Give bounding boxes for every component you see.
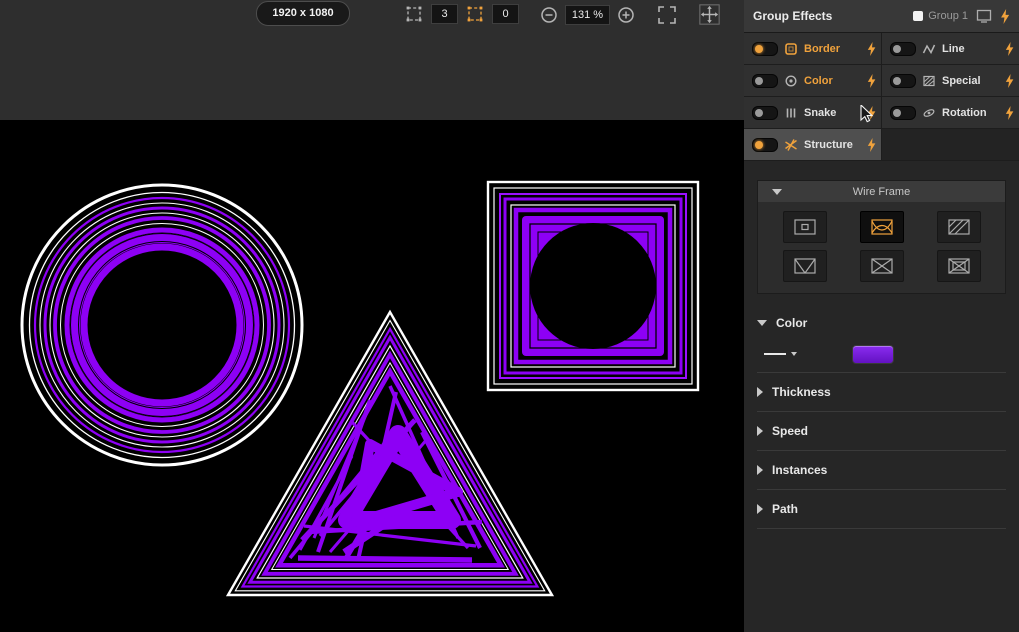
wireframe-style-6-button[interactable] [937,250,981,282]
effect-row-border[interactable]: Border [744,33,881,65]
section-label: Speed [772,424,808,438]
wire-frame-title: Wire Frame [853,186,910,198]
chevron-right-icon [757,426,763,436]
effects-grid-empty-cell [881,129,1019,161]
section-label: Color [776,316,807,330]
effect-label: Line [942,43,965,55]
effect-label: Rotation [942,107,987,119]
section-label: Instances [772,463,827,477]
section-color[interactable]: Color [744,310,1019,336]
resolution-button[interactable]: 1920 x 1080 [256,1,350,26]
bolt-icon[interactable] [867,42,876,56]
zoom-in-icon[interactable] [617,6,635,24]
color-toggle[interactable] [752,74,778,88]
effect-label: Structure [804,139,853,151]
wireframe-style-4-button[interactable] [783,250,827,282]
wireframe-style-5-button[interactable] [860,250,904,282]
line-style-preview [764,353,786,355]
group-label: Group 1 [928,10,968,22]
panel-title: Group Effects [753,9,832,23]
wireframe-style-3-button[interactable] [937,211,981,243]
chevron-down-icon [757,320,767,326]
divider [757,528,1006,529]
snake-icon [784,106,798,120]
chevron-right-icon [757,504,763,514]
special-icon [922,74,936,88]
effect-label: Color [804,75,833,87]
line-style-select[interactable] [764,352,797,356]
section-label: Thickness [772,385,831,399]
chevron-right-icon [757,387,763,397]
wireframe-style-1-button[interactable] [783,211,827,243]
bolt-icon[interactable] [1000,9,1010,24]
group-color-chip [913,11,923,21]
bolt-icon[interactable] [1005,106,1014,120]
snake-toggle[interactable] [752,106,778,120]
wire-frame-header[interactable]: Wire Frame [758,181,1005,202]
effect-row-rotation[interactable]: Rotation [881,97,1019,129]
selected-count-value: 3 [431,4,458,24]
special-toggle[interactable] [890,74,916,88]
chevron-down-icon [772,189,782,195]
border-icon [784,42,798,56]
group-effects-panel: Group Effects Group 1 Border [744,0,1019,632]
wire-frame-options [758,202,1005,293]
rotation-toggle[interactable] [890,106,916,120]
fit-view-icon[interactable] [657,5,677,25]
circle-shape [22,185,302,465]
section-speed[interactable]: Speed [744,412,1019,450]
wireframe-style-2-button[interactable] [860,211,904,243]
square-shape [488,182,698,390]
section-thickness[interactable]: Thickness [744,373,1019,411]
chevron-right-icon [757,465,763,475]
wire-frame-panel: Wire Frame [757,180,1006,294]
rotation-icon [922,106,936,120]
line-icon [922,42,936,56]
border-toggle[interactable] [752,42,778,56]
panel-header: Group Effects Group 1 [744,0,1019,33]
effect-row-line[interactable]: Line [881,33,1019,65]
structure-icon [784,138,798,152]
effects-grid: Border Line Color [744,33,1019,161]
pan-view-icon[interactable] [699,4,720,25]
bolt-icon[interactable] [1005,42,1014,56]
chevron-down-icon [791,352,797,356]
bolt-icon[interactable] [867,138,876,152]
toolbar: 1920 x 1080 3 0 131 % [0,0,744,120]
screen-icon[interactable] [976,8,992,24]
effect-row-special[interactable]: Special [881,65,1019,97]
effect-row-color[interactable]: Color [744,65,881,97]
structure-toggle[interactable] [752,138,778,152]
line-toggle[interactable] [890,42,916,56]
selection-counters: 3 0 [404,4,519,24]
bolt-icon[interactable] [867,74,876,88]
effect-label: Special [942,75,981,87]
color-settings-row [744,336,1019,372]
effect-label: Snake [804,107,836,119]
zoom-out-icon[interactable] [540,6,558,24]
color-swatch[interactable] [852,345,894,364]
mouse-cursor [860,105,874,124]
selection-marquee-icon[interactable] [404,4,424,24]
zoom-value[interactable]: 131 % [565,5,610,25]
group-count-value: 0 [492,4,519,24]
canvas[interactable] [0,120,744,632]
zoom-controls: 131 % [540,4,720,25]
effect-row-structure[interactable]: Structure [744,129,881,161]
group-selector[interactable]: Group 1 [913,10,968,22]
group-marquee-icon[interactable] [465,4,485,24]
section-instances[interactable]: Instances [744,451,1019,489]
section-path[interactable]: Path [744,490,1019,528]
section-label: Path [772,502,798,516]
effect-label: Border [804,43,840,55]
bolt-icon[interactable] [1005,74,1014,88]
color-icon [784,74,798,88]
